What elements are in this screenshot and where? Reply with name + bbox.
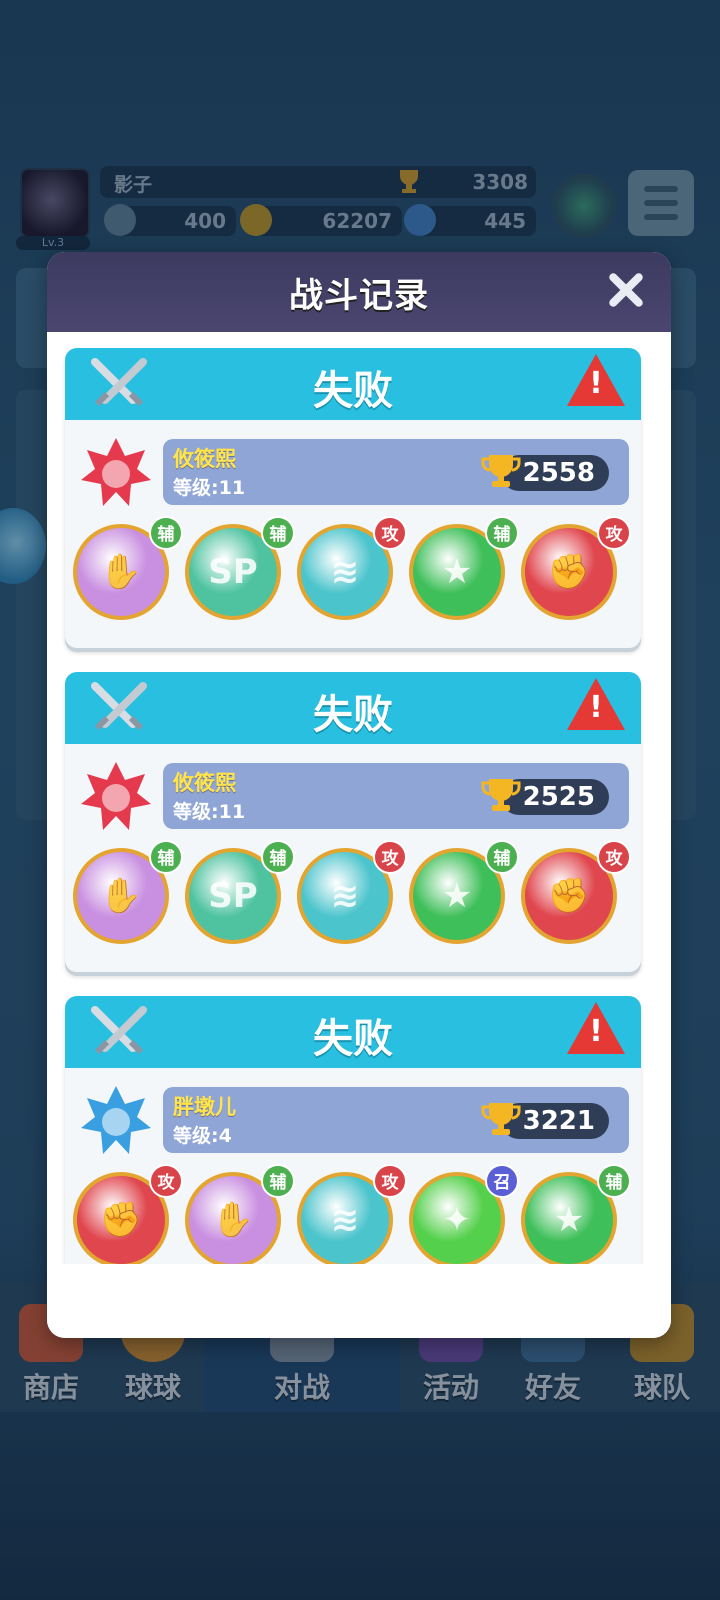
ball-role-tag: 辅 (261, 516, 295, 550)
result-label: 失败 (313, 368, 393, 414)
opponent-level: 等级:11 (173, 801, 246, 823)
modal-header: 战斗记录 (47, 252, 671, 332)
battle-record-card[interactable]: 失败! 攸筱熙 等级:11 2558 ✋ 辅 SP 辅 ≋ 攻 ★ 辅 ✊ 攻 (65, 348, 641, 648)
ball-role-tag: 攻 (149, 1164, 183, 1198)
trophy-icon (481, 455, 521, 487)
ball-emblem: SP (208, 876, 258, 916)
record-header: 失败! (65, 996, 641, 1068)
ball-role-tag: 辅 (485, 840, 519, 874)
red-star-badge-icon (81, 438, 151, 506)
ball-emblem: ✊ (547, 552, 591, 592)
ball-emblem: ✊ (99, 1200, 143, 1240)
warning-icon[interactable]: ! (567, 678, 625, 736)
record-header: 失败! (65, 672, 641, 744)
ball-emblem: ✋ (99, 552, 143, 592)
ball-emblem: ≋ (330, 1200, 360, 1240)
ball-lineup: ✋ 辅 SP 辅 ≋ 攻 ★ 辅 ✊ 攻 (73, 840, 633, 954)
opponent-name: 胖墩儿 (173, 1095, 236, 1119)
opponent-level: 等级:11 (173, 477, 246, 499)
trophy-icon (481, 779, 521, 811)
blue-star-badge-icon (81, 1086, 151, 1154)
red-star-badge-icon (81, 762, 151, 830)
record-list[interactable]: 失败! 攸筱熙 等级:11 2558 ✋ 辅 SP 辅 ≋ 攻 ★ 辅 ✊ 攻失败! 攸筱熙 等级:11 252… (47, 332, 671, 1264)
ball-role-tag: 辅 (149, 516, 183, 550)
result-label: 失败 (313, 692, 393, 738)
ball-emblem: ★ (441, 876, 473, 916)
ball-role-tag: 辅 (261, 840, 295, 874)
ball-emblem: ★ (553, 1200, 585, 1240)
result-label: 失败 (313, 1016, 393, 1062)
ball-emblem: SP (208, 552, 258, 592)
battle-record-modal: 战斗记录 失败! 攸筱熙 等级:11 2558 ✋ 辅 SP 辅 ≋ 攻 ★ 辅 ✊ 攻失败! 攸筱熙 等级:… (47, 252, 671, 1338)
ball-emblem: ✊ (547, 876, 591, 916)
opponent-level: 等级:4 (173, 1125, 232, 1147)
ball-emblem: ≋ (330, 876, 360, 916)
ball-role-tag: 攻 (373, 840, 407, 874)
opponent-info[interactable]: 攸筱熙 等级:11 2525 (163, 763, 629, 829)
warning-icon[interactable]: ! (567, 1002, 625, 1060)
opponent-info[interactable]: 胖墩儿 等级:4 3221 (163, 1087, 629, 1153)
ball-emblem: ✋ (99, 876, 143, 916)
ball-role-tag: 辅 (261, 1164, 295, 1198)
trophy-icon (481, 1103, 521, 1135)
modal-footer (47, 1264, 671, 1338)
record-header: 失败! (65, 348, 641, 420)
close-icon[interactable] (603, 268, 647, 312)
ball-lineup: ✊ 攻 ✋ 辅 ≋ 攻 ✦ 召 ★ 辅 (73, 1164, 633, 1264)
ball-role-tag: 召 (485, 1164, 519, 1198)
ball-role-tag: 攻 (373, 516, 407, 550)
opponent-name: 攸筱熙 (173, 771, 236, 795)
ball-role-tag: 辅 (597, 1164, 631, 1198)
ball-role-tag: 攻 (373, 1164, 407, 1198)
warning-icon[interactable]: ! (567, 354, 625, 412)
battle-record-card[interactable]: 失败! 攸筱熙 等级:11 2525 ✋ 辅 SP 辅 ≋ 攻 ★ 辅 ✊ 攻 (65, 672, 641, 972)
ball-role-tag: 攻 (597, 840, 631, 874)
ball-emblem: ★ (441, 552, 473, 592)
modal-title: 战斗记录 (289, 276, 429, 316)
opponent-info[interactable]: 攸筱熙 等级:11 2558 (163, 439, 629, 505)
ball-role-tag: 辅 (149, 840, 183, 874)
ball-emblem: ≋ (330, 552, 360, 592)
ball-emblem: ✦ (442, 1200, 472, 1240)
battle-record-card[interactable]: 失败! 胖墩儿 等级:4 3221 ✊ 攻 ✋ 辅 ≋ 攻 ✦ 召 ★ 辅 (65, 996, 641, 1264)
ball-emblem: ✋ (211, 1200, 255, 1240)
ball-lineup: ✋ 辅 SP 辅 ≋ 攻 ★ 辅 ✊ 攻 (73, 516, 633, 630)
opponent-name: 攸筱熙 (173, 447, 236, 471)
ball-role-tag: 攻 (597, 516, 631, 550)
ball-role-tag: 辅 (485, 516, 519, 550)
